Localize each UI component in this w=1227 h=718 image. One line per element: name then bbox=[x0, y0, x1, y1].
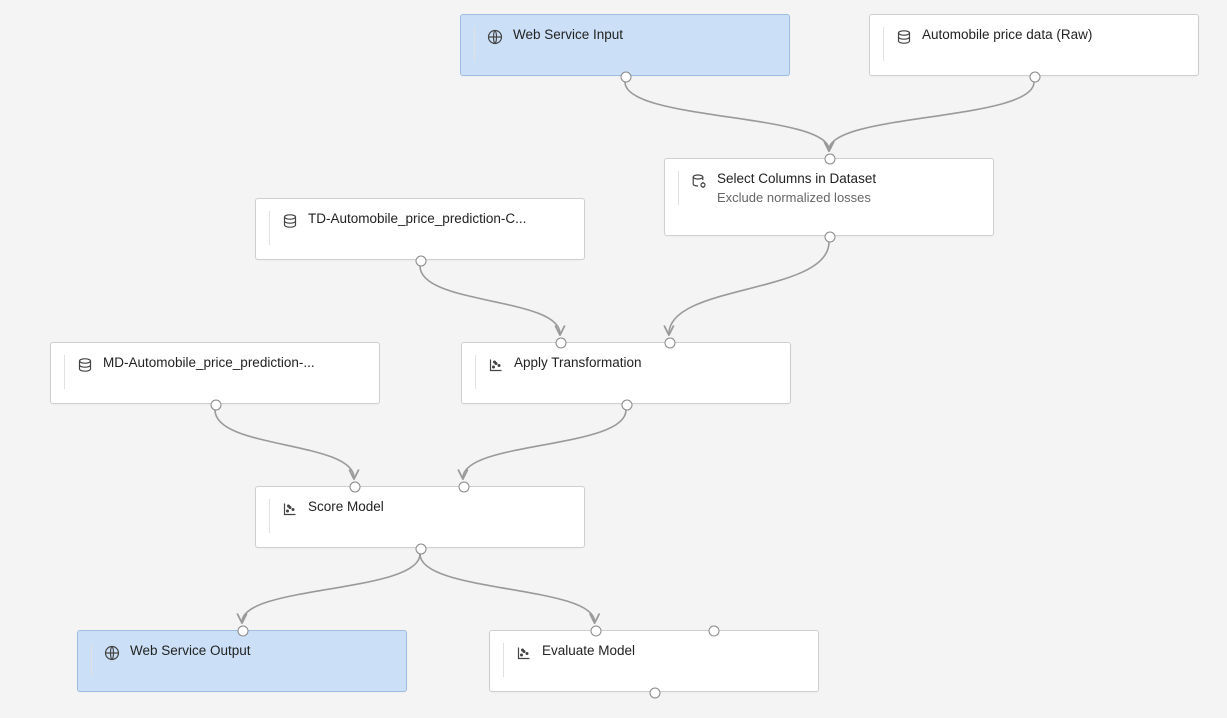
globe-icon bbox=[104, 645, 120, 661]
node-evaluate-model[interactable]: Evaluate Model bbox=[489, 630, 819, 692]
output-port[interactable] bbox=[650, 688, 661, 699]
output-port[interactable] bbox=[621, 72, 632, 83]
dataset-gear-icon bbox=[691, 173, 707, 189]
edge[interactable] bbox=[215, 410, 354, 478]
input-port[interactable] bbox=[664, 338, 675, 349]
node-score-model[interactable]: Score Model bbox=[255, 486, 585, 548]
node-title: TD-Automobile_price_prediction-C... bbox=[308, 211, 526, 226]
node-md-automobile[interactable]: MD-Automobile_price_prediction-... bbox=[50, 342, 380, 404]
input-port[interactable] bbox=[556, 338, 567, 349]
output-port[interactable] bbox=[211, 400, 222, 411]
node-drag-handle[interactable] bbox=[669, 171, 679, 205]
node-drag-handle[interactable] bbox=[260, 499, 270, 533]
dataset-icon bbox=[896, 29, 912, 45]
node-web-service-output[interactable]: Web Service Output bbox=[77, 630, 407, 692]
edge[interactable] bbox=[420, 554, 595, 622]
input-port[interactable] bbox=[458, 482, 469, 493]
dataset-icon bbox=[282, 213, 298, 229]
node-drag-handle[interactable] bbox=[874, 27, 884, 61]
node-title: Evaluate Model bbox=[542, 643, 635, 658]
globe-icon bbox=[487, 29, 503, 45]
edge[interactable] bbox=[669, 242, 829, 334]
node-title: Web Service Output bbox=[130, 643, 251, 658]
scatter-icon bbox=[488, 357, 504, 373]
node-title: Apply Transformation bbox=[514, 355, 642, 370]
input-port[interactable] bbox=[238, 626, 249, 637]
node-drag-handle[interactable] bbox=[494, 643, 504, 677]
edge[interactable] bbox=[625, 82, 829, 150]
node-drag-handle[interactable] bbox=[82, 643, 92, 677]
input-port[interactable] bbox=[590, 626, 601, 637]
node-drag-handle[interactable] bbox=[260, 211, 270, 245]
node-td-automobile[interactable]: TD-Automobile_price_prediction-C... bbox=[255, 198, 585, 260]
node-automobile-raw[interactable]: Automobile price data (Raw) bbox=[869, 14, 1199, 76]
output-port[interactable] bbox=[825, 232, 836, 243]
edge[interactable] bbox=[463, 410, 626, 478]
input-port[interactable] bbox=[350, 482, 361, 493]
input-port[interactable] bbox=[709, 626, 720, 637]
dataset-icon bbox=[77, 357, 93, 373]
output-port[interactable] bbox=[1030, 72, 1041, 83]
node-apply-transformation[interactable]: Apply Transformation bbox=[461, 342, 791, 404]
input-port[interactable] bbox=[825, 154, 836, 165]
pipeline-canvas[interactable]: Web Service Input Automobile price data (… bbox=[0, 0, 1227, 718]
node-title: Automobile price data (Raw) bbox=[922, 27, 1092, 42]
edge[interactable] bbox=[242, 554, 420, 622]
output-port[interactable] bbox=[416, 256, 427, 267]
node-subtitle: Exclude normalized losses bbox=[717, 190, 876, 205]
output-port[interactable] bbox=[416, 544, 427, 555]
edge[interactable] bbox=[420, 266, 560, 334]
edge[interactable] bbox=[829, 82, 1034, 150]
node-select-columns[interactable]: Select Columns in Dataset Exclude normali… bbox=[664, 158, 994, 236]
scatter-icon bbox=[516, 645, 532, 661]
node-drag-handle[interactable] bbox=[465, 27, 475, 61]
node-drag-handle[interactable] bbox=[55, 355, 65, 389]
node-title: Web Service Input bbox=[513, 27, 623, 42]
node-title: Select Columns in Dataset bbox=[717, 171, 876, 186]
output-port[interactable] bbox=[622, 400, 633, 411]
node-web-service-input[interactable]: Web Service Input bbox=[460, 14, 790, 76]
scatter-icon bbox=[282, 501, 298, 517]
node-drag-handle[interactable] bbox=[466, 355, 476, 389]
node-title: Score Model bbox=[308, 499, 384, 514]
node-title: MD-Automobile_price_prediction-... bbox=[103, 355, 315, 370]
